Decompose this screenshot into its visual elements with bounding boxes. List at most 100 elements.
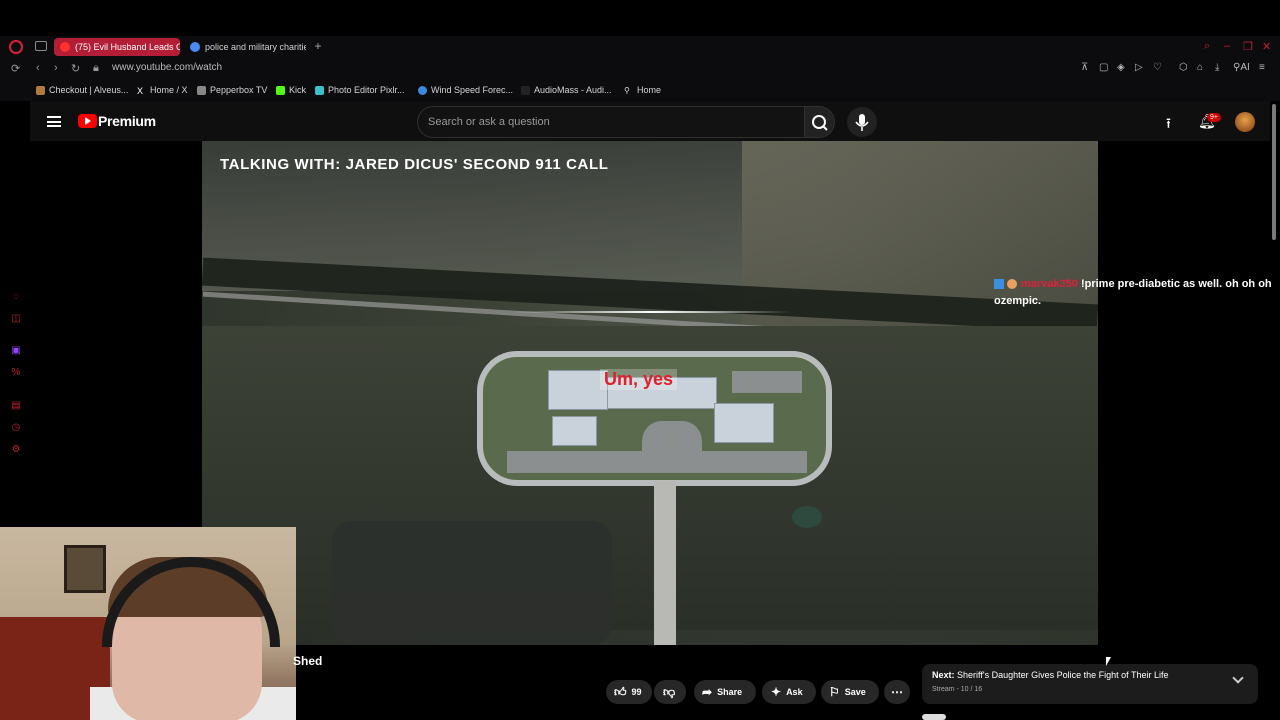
notification-badge: 9+: [1207, 113, 1221, 122]
avatar[interactable]: [1235, 112, 1255, 132]
bag-icon[interactable]: ◫: [10, 313, 22, 325]
filter-chip[interactable]: [922, 714, 946, 720]
window-top: [0, 0, 1280, 36]
chat-username: marvak350: [1021, 278, 1078, 290]
ask-button[interactable]: ✦ Ask: [762, 680, 816, 704]
extensions-icon[interactable]: ⬡: [1179, 62, 1188, 73]
school-building: [714, 403, 774, 443]
hamburger-menu-icon[interactable]: [47, 116, 61, 127]
thumbs-down-icon: 👎︎: [663, 684, 676, 699]
messenger-icon[interactable]: ◌: [10, 291, 22, 303]
parking-lot: [732, 371, 802, 393]
reload-sync-icon[interactable]: ⟳: [11, 62, 20, 75]
bookmark-icon: ⚐: [829, 685, 840, 699]
page-scrollbar[interactable]: [1272, 104, 1276, 240]
pond: [792, 506, 822, 528]
minimize-icon[interactable]: –: [1224, 40, 1230, 52]
new-tab-icon[interactable]: +: [312, 40, 324, 52]
video-player[interactable]: TALKING WITH: JARED DICUS' SECOND 911 CA…: [202, 141, 1098, 645]
youtube-logo-icon[interactable]: [78, 114, 97, 128]
parking-lot: [507, 451, 807, 473]
opera-logo-icon[interactable]: [9, 40, 23, 54]
download-icon[interactable]: ⤓: [1215, 62, 1219, 73]
video-title: Shed: [293, 654, 323, 668]
bookmark-item[interactable]: AudioMass - Audi...: [521, 85, 612, 95]
sparkle-icon: ✦: [771, 685, 782, 699]
history-icon[interactable]: ◷: [10, 422, 22, 434]
url-field[interactable]: www.youtube.com/watch: [112, 62, 222, 73]
kick-icon: [276, 85, 285, 95]
like-button[interactable]: 👍︎ 99: [606, 680, 652, 704]
close-icon[interactable]: ✕: [1262, 40, 1271, 53]
bookmark-item[interactable]: ⚲ Home: [624, 85, 661, 95]
tab-search[interactable]: police and military charitie: [184, 38, 306, 56]
thumbs-up-icon: 👍︎: [614, 684, 627, 699]
tab-label: (75) Evil Husband Leads C: [75, 42, 180, 52]
webcam-overlay: [0, 527, 296, 720]
restore-icon[interactable]: ❐: [1243, 40, 1253, 53]
twitch-icon[interactable]: ▣: [10, 345, 22, 357]
x-icon: X: [137, 85, 144, 96]
more-horizontal-icon: ⋯: [891, 685, 903, 699]
share-icon: ➦: [702, 685, 713, 699]
shield-icon[interactable]: ◈: [1117, 62, 1125, 73]
dislike-button[interactable]: 👎︎: [654, 680, 686, 704]
back-icon[interactable]: ‹: [36, 62, 40, 74]
upload-icon[interactable]: ⭱: [1166, 113, 1171, 137]
tab-youtube[interactable]: (75) Evil Husband Leads C: [54, 38, 180, 56]
youtube-favicon-icon: [60, 42, 70, 52]
snapshot-icon[interactable]: ▢: [1099, 62, 1108, 73]
heart-icon[interactable]: ♡: [1153, 62, 1162, 73]
microphone-icon: [855, 114, 869, 131]
pin-icon[interactable]: ⊼: [1081, 62, 1088, 73]
search-button[interactable]: [805, 106, 835, 138]
share-button[interactable]: ➦ Share: [694, 680, 756, 704]
woods-area: [332, 521, 612, 645]
bookmark-item[interactable]: Checkout | Alveus...: [36, 85, 128, 95]
settings-icon[interactable]: ⚙: [10, 444, 22, 456]
school-building: [552, 416, 597, 446]
light-streak: [512, 311, 792, 313]
chat-badge-icon: [1007, 279, 1017, 290]
reload-icon[interactable]: ↻: [71, 62, 80, 75]
pin-icon: ⚲: [624, 85, 630, 95]
bookmark-icon: [36, 85, 45, 95]
bookmark-item[interactable]: Pepperbox TV: [197, 85, 267, 95]
bookmark-item[interactable]: X Home / X: [137, 85, 188, 96]
google-favicon-icon: [190, 42, 200, 52]
save-button[interactable]: ⚐ Save: [821, 680, 879, 704]
photo-icon: [315, 85, 324, 95]
bookmark-item[interactable]: Wind Speed Forec...: [418, 85, 513, 95]
bookmark-item[interactable]: Kick: [276, 85, 306, 95]
tab-island-icon[interactable]: [35, 41, 47, 51]
search-input[interactable]: Search or ask a question: [417, 106, 805, 138]
tab-label: police and military charitie: [205, 42, 306, 52]
voice-search-button[interactable]: [847, 107, 877, 137]
more-actions-button[interactable]: ⋯: [884, 680, 910, 704]
playlist-position: Stream - 10 / 16: [932, 686, 983, 693]
play-icon[interactable]: ▷: [1135, 62, 1143, 73]
video-subtitle: Um, yes: [600, 369, 678, 390]
audio-icon: [521, 85, 530, 95]
mouse-cursor-icon: [1106, 657, 1111, 666]
school-building: [548, 370, 608, 410]
prime-badge-icon: [994, 279, 1004, 290]
wall-picture: [64, 545, 106, 593]
forward-icon[interactable]: ›: [54, 62, 58, 74]
aria-ai-icon[interactable]: ⚲AI: [1233, 62, 1250, 73]
youtube-brand[interactable]: Premium: [98, 113, 156, 129]
news-icon[interactable]: ▤: [10, 400, 22, 412]
percent-icon[interactable]: %: [10, 367, 22, 379]
search-icon: [812, 115, 828, 131]
video-caption: TALKING WITH: JARED DICUS' SECOND 911 CA…: [220, 156, 609, 173]
bookmark-item[interactable]: Photo Editor Pixlr...: [315, 85, 405, 95]
wallet-icon[interactable]: ⌂: [1197, 62, 1203, 73]
lock-icon: 🔒︎: [93, 62, 99, 74]
menu-icon[interactable]: ≡: [1259, 62, 1265, 73]
wind-icon: [418, 85, 427, 95]
next-video-title[interactable]: Next: Sheriff's Daughter Gives Police th…: [932, 670, 1169, 680]
chat-message: marvak350 !prime pre-diabetic as well. o…: [994, 276, 1280, 310]
driveway: [654, 481, 676, 645]
search-tabs-icon[interactable]: ⌕: [1204, 40, 1210, 53]
like-count: 99: [631, 687, 642, 697]
